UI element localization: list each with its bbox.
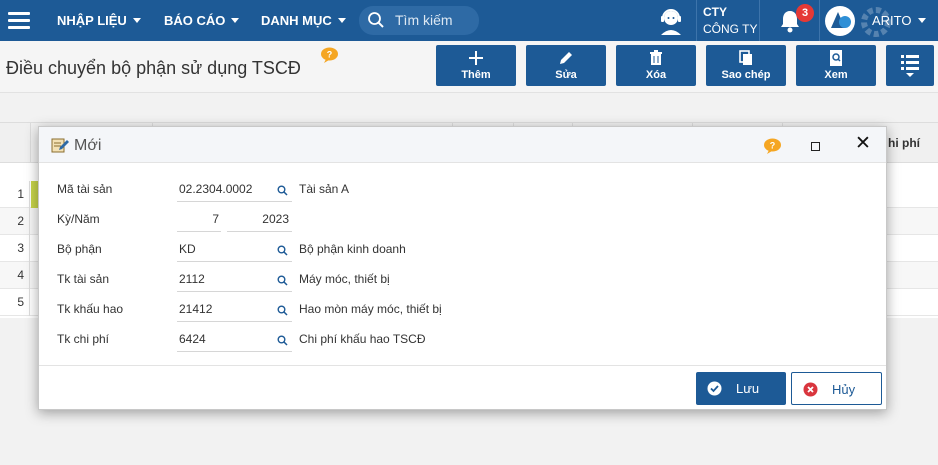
department-input[interactable]: KD (179, 242, 196, 256)
row-number: 3 (0, 235, 30, 262)
title-bar: Điều chuyển bộ phận sử dụng TSCĐ ? Thêm … (0, 41, 938, 93)
user-name: ARITO (872, 13, 912, 28)
arito-logo-icon (826, 7, 854, 35)
period-label: Kỳ/Năm (57, 212, 100, 226)
dialog-header: Mới ? ✕ (39, 127, 886, 163)
view-button[interactable]: Xem (796, 45, 876, 86)
copy-icon (739, 50, 752, 65)
input-underline (177, 261, 292, 262)
dialog-footer-divider (39, 365, 886, 366)
company-selector[interactable]: CTY CÔNG TY (696, 0, 760, 41)
input-underline (177, 291, 292, 292)
save-button[interactable]: Lưu (696, 372, 786, 405)
top-navbar: NHẬP LIỆU BÁO CÁO DANH MỤC CTY CÔNG TY 3… (0, 0, 938, 41)
save-button-label: Lưu (736, 381, 760, 396)
caret-down-icon (231, 18, 240, 23)
notification-badge: 3 (796, 4, 814, 22)
copy-button[interactable]: Sao chép (706, 45, 786, 86)
caret-down-icon (917, 18, 926, 23)
search-input[interactable] (395, 12, 475, 28)
cancel-button-label: Hủy (832, 382, 856, 397)
edit-button-label: Sửa (555, 69, 577, 81)
grid-header-cell (30, 123, 31, 163)
support-agent-icon[interactable] (656, 6, 686, 36)
help-bubble-icon[interactable]: ? (763, 138, 782, 154)
list-menu-icon (901, 55, 919, 77)
asset-account-label: Tk tài sản (57, 272, 110, 286)
caret-down-icon (337, 18, 346, 23)
input-underline (177, 231, 221, 232)
department-label: Bộ phận (57, 242, 102, 256)
help-bubble-icon[interactable]: ? (320, 47, 339, 63)
check-circle-icon (707, 381, 722, 396)
input-underline (177, 201, 292, 202)
input-underline (227, 231, 292, 232)
expense-account-name-text: Chi phí khấu hao TSCĐ (299, 332, 426, 346)
hamburger-menu-icon[interactable] (8, 12, 30, 29)
asset-code-label: Mã tài sản (57, 182, 113, 196)
delete-button-label: Xóa (645, 69, 667, 81)
input-underline (177, 351, 292, 352)
pencil-icon (560, 52, 572, 64)
asset-account-name-text: Máy móc, thiết bị (299, 272, 390, 286)
dialog-title: Mới (74, 137, 102, 154)
avatar[interactable] (825, 6, 855, 36)
user-menu[interactable]: ARITO (872, 13, 926, 28)
input-underline (177, 321, 292, 322)
view-button-label: Xem (824, 69, 848, 81)
new-record-dialog: Mới ? ✕ Mã tài sản 02.2304.0002 Tài sản … (38, 126, 887, 410)
delete-button[interactable]: Xóa (616, 45, 696, 86)
add-button[interactable]: Thêm (436, 45, 516, 86)
lookup-search-icon[interactable] (277, 305, 288, 316)
lookup-search-icon[interactable] (277, 245, 288, 256)
divider (819, 0, 820, 41)
edit-form-icon (51, 138, 69, 153)
asset-code-input[interactable]: 02.2304.0002 (179, 182, 252, 196)
year-input[interactable]: 2023 (227, 212, 289, 226)
department-name-text: Bộ phận kinh doanh (299, 242, 406, 256)
company-code: CTY (703, 5, 727, 19)
page-title: Điều chuyển bộ phận sử dụng TSCĐ (6, 58, 301, 78)
maximize-icon[interactable] (811, 142, 820, 151)
close-icon[interactable]: ✕ (854, 134, 872, 153)
lookup-search-icon[interactable] (277, 275, 288, 286)
depreciation-account-name-text: Hao mòn máy móc, thiết bị (299, 302, 442, 316)
view-document-icon (830, 50, 842, 66)
more-menu-button[interactable] (886, 45, 934, 86)
cancel-circle-icon (803, 382, 818, 397)
nav-label: BÁO CÁO (164, 13, 226, 28)
asset-name-text: Tài sản A (299, 182, 350, 196)
svg-text:?: ? (327, 50, 333, 60)
row-number: 5 (0, 289, 30, 316)
svg-text:?: ? (770, 141, 776, 151)
nav-danh-muc[interactable]: DANH MỤC (261, 13, 346, 28)
plus-icon (469, 51, 483, 65)
caret-down-icon (132, 18, 141, 23)
company-name: CÔNG TY (703, 22, 758, 36)
lookup-search-icon[interactable] (277, 185, 288, 196)
row-number: 2 (0, 208, 30, 235)
add-button-label: Thêm (461, 69, 491, 81)
nav-label: NHẬP LIỆU (57, 13, 127, 28)
asset-account-input[interactable]: 2112 (179, 272, 205, 286)
depreciation-account-input[interactable]: 21412 (179, 302, 212, 316)
trash-icon (650, 50, 662, 65)
depreciation-account-label: Tk khấu hao (57, 302, 124, 316)
nav-bao-cao[interactable]: BÁO CÁO (164, 13, 240, 28)
expense-account-input[interactable]: 6424 (179, 332, 206, 346)
edit-button[interactable]: Sửa (526, 45, 606, 86)
cancel-button[interactable]: Hủy (791, 372, 882, 405)
nav-label: DANH MỤC (261, 13, 332, 28)
lookup-search-icon[interactable] (277, 335, 288, 346)
expense-account-label: Tk chi phí (57, 332, 110, 346)
row-number: 4 (0, 262, 30, 289)
copy-button-label: Sao chép (721, 69, 771, 81)
month-input[interactable]: 7 (177, 212, 219, 226)
search-icon (368, 12, 384, 28)
nav-nhap-lieu[interactable]: NHẬP LIỆU (57, 13, 141, 28)
search-box[interactable] (359, 6, 479, 35)
grid-header-expense: hi phí (888, 136, 920, 150)
row-number: 1 (0, 181, 30, 208)
